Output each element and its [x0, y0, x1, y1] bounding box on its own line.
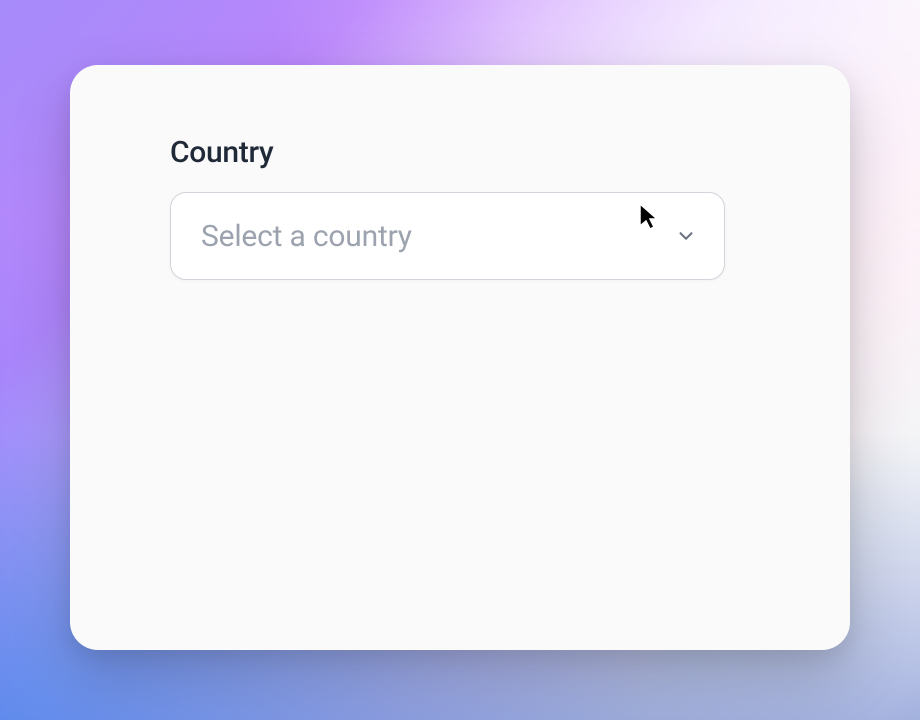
- country-label: Country: [170, 135, 750, 170]
- form-card: Country Select a country: [70, 65, 850, 650]
- country-select-wrapper: Select a country: [170, 192, 725, 280]
- country-placeholder: Select a country: [201, 219, 412, 254]
- chevron-down-icon: [675, 225, 697, 247]
- country-select[interactable]: Select a country: [170, 192, 725, 280]
